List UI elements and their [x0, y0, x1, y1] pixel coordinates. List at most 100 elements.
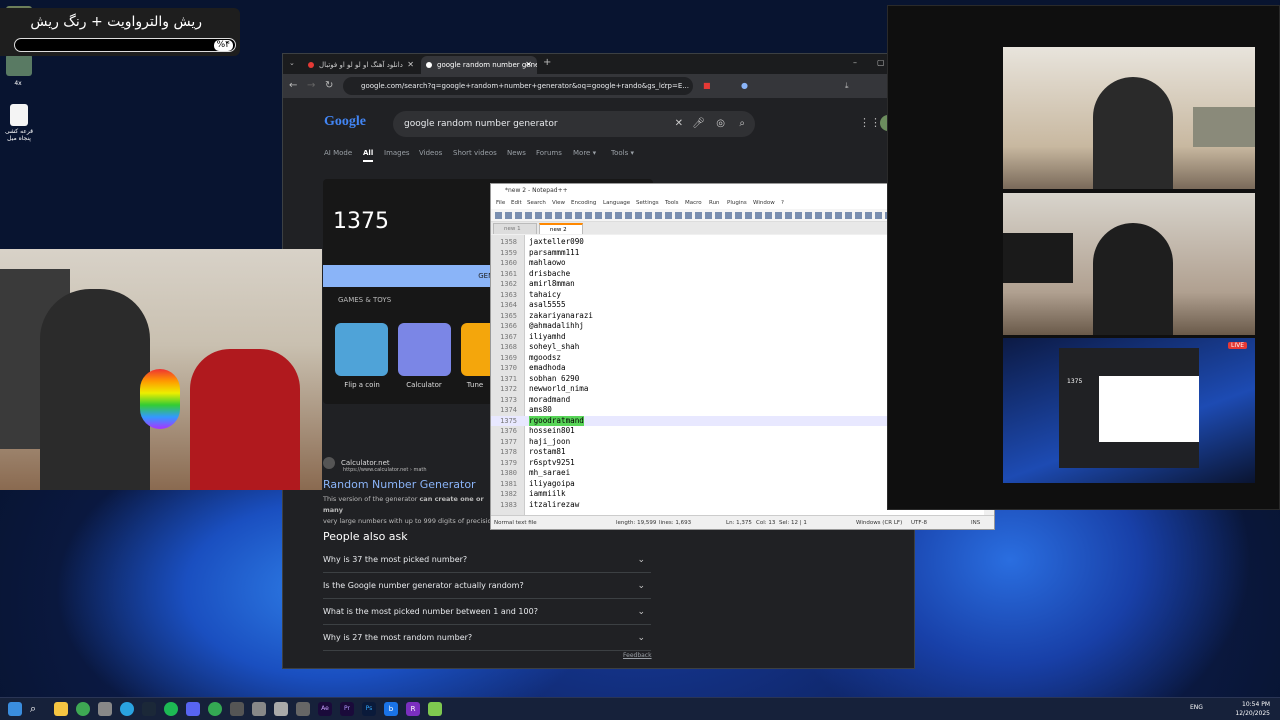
menu-macro[interactable]: Macro: [685, 198, 702, 209]
calculator-tile[interactable]: [398, 323, 451, 376]
clock-date: 12/20/2025: [1235, 710, 1270, 717]
tab-short-videos[interactable]: Short videos: [453, 149, 497, 157]
menu-settings[interactable]: Settings: [636, 198, 659, 209]
tab-all[interactable]: All: [363, 149, 374, 162]
photoshop-icon[interactable]: Ps: [362, 702, 376, 716]
mini-notepad: [1099, 376, 1199, 442]
toolbar-icons[interactable]: [495, 212, 900, 219]
lens-icon[interactable]: ◎: [716, 111, 725, 137]
clock[interactable]: 10:54 PM 12/20/2025: [1235, 700, 1270, 718]
tab-search-icon[interactable]: ⌄: [289, 54, 295, 72]
search-icon[interactable]: ⌕: [739, 111, 745, 137]
tab-ai-mode[interactable]: AI Mode: [324, 149, 352, 157]
desktop-icon-4x[interactable]: [6, 54, 32, 76]
menu-view[interactable]: View: [552, 198, 565, 209]
discord-icon[interactable]: [186, 702, 200, 716]
apps-grid-icon[interactable]: ⋮⋮: [859, 114, 881, 132]
random-result: 1375: [333, 209, 389, 234]
line-number: 1363: [500, 290, 517, 299]
app-icon[interactable]: [230, 702, 244, 716]
close-icon[interactable]: ✕: [407, 56, 414, 74]
app-icon[interactable]: b: [384, 702, 398, 716]
chrome-icon[interactable]: [208, 702, 222, 716]
menu-help[interactable]: ?: [781, 198, 784, 209]
tab-tools[interactable]: Tools ▾: [611, 149, 634, 157]
chrome-icon[interactable]: [76, 702, 90, 716]
back-icon[interactable]: ←: [289, 77, 297, 95]
clear-icon[interactable]: ✕: [675, 111, 683, 137]
tab-more[interactable]: More ▾: [573, 149, 596, 157]
paa-question[interactable]: Why is 27 the most random number? ⌄: [323, 625, 651, 651]
feedback-link[interactable]: Feedback: [623, 652, 652, 659]
tab-music[interactable]: دانلود آهنگ او لو لو او فوتبال ✕: [303, 56, 419, 74]
tile-label: Calculator: [406, 381, 442, 389]
reload-icon[interactable]: ↻: [325, 77, 333, 95]
mic-icon[interactable]: 🎤︎: [692, 111, 705, 137]
menu-edit[interactable]: Edit: [511, 198, 522, 209]
result-title-link[interactable]: Random Number Generator: [323, 478, 476, 491]
search-box[interactable]: google random number generator ✕ 🎤︎ ◎ ⌕: [393, 111, 755, 137]
google-logo[interactable]: Google: [324, 114, 366, 130]
menu-encoding[interactable]: Encoding: [571, 198, 596, 209]
line-number: 1372: [500, 385, 517, 393]
menu-file[interactable]: File: [496, 198, 505, 209]
clock-time: 10:54 PM: [1242, 701, 1270, 708]
file-explorer-icon[interactable]: [54, 702, 68, 716]
flip-coin-tile[interactable]: [335, 323, 388, 376]
menu-window[interactable]: Window: [753, 198, 775, 209]
menu-tools[interactable]: Tools: [665, 198, 679, 209]
start-icon[interactable]: [8, 702, 22, 716]
tab-forums[interactable]: Forums: [536, 149, 562, 157]
line-text: mgoodsz: [529, 352, 562, 362]
after-effects-icon[interactable]: Ae: [318, 702, 332, 716]
tab-google[interactable]: google random number generator ✕: [421, 56, 537, 74]
app-icon[interactable]: [296, 702, 310, 716]
person: [1093, 223, 1173, 335]
tuner-tile[interactable]: [461, 323, 493, 376]
download-icon[interactable]: ⤓: [845, 77, 849, 95]
notepadpp-icon[interactable]: [428, 702, 442, 716]
app-icon[interactable]: [98, 702, 112, 716]
premiere-icon[interactable]: Pr: [340, 702, 354, 716]
file-tab-new1[interactable]: new 1: [493, 223, 537, 234]
minimize-button[interactable]: –: [853, 54, 857, 72]
extension-icon[interactable]: ●: [741, 77, 748, 95]
star-icon[interactable]: ☆: [661, 77, 668, 95]
steam-icon[interactable]: [142, 702, 156, 716]
line-text: drisbache: [529, 268, 571, 278]
line-text: asal5555: [529, 300, 566, 309]
tab-images[interactable]: Images: [384, 149, 410, 157]
mail-icon[interactable]: [252, 702, 266, 716]
file-icon[interactable]: [10, 104, 28, 126]
file-tab-new2[interactable]: new 2: [539, 223, 583, 234]
line-text: iliyamhd: [529, 331, 566, 341]
line-text: amirl8mman: [529, 279, 575, 288]
question-text: Why is 37 the most picked number?: [323, 555, 468, 564]
tab-videos[interactable]: Videos: [419, 149, 442, 157]
spotify-icon[interactable]: [164, 702, 178, 716]
search-icon[interactable]: ⌕: [30, 702, 44, 716]
calculator-icon[interactable]: [274, 702, 288, 716]
line-number: 1380: [500, 469, 517, 477]
language-indicator[interactable]: ENG: [1190, 704, 1203, 711]
taskbar: ⌕ Ae Pr Ps b R ENG 10:54 PM 12/20/2025: [0, 697, 1280, 720]
app-icon[interactable]: R: [406, 702, 420, 716]
menu-run[interactable]: Run: [709, 198, 720, 209]
paa-question[interactable]: Is the Google number generator actually …: [323, 573, 651, 599]
tab-news[interactable]: News: [507, 149, 526, 157]
paa-question[interactable]: What is the most picked number between 1…: [323, 599, 651, 625]
paa-question[interactable]: Why is 37 the most picked number? ⌄: [323, 547, 651, 573]
menu-language[interactable]: Language: [603, 198, 630, 209]
address-bar[interactable]: google.com/search?q=google+random+number…: [343, 77, 693, 95]
question-text: Is the Google number generator actually …: [323, 581, 524, 590]
menu-plugins[interactable]: Plugins: [727, 198, 747, 209]
maximize-button[interactable]: ▢: [877, 54, 885, 72]
forward-icon[interactable]: →: [307, 77, 315, 95]
goal-title: ریش والترواویت + رنگ ریش: [30, 14, 202, 30]
close-icon[interactable]: ✕: [525, 56, 532, 74]
telegram-icon[interactable]: [120, 702, 134, 716]
new-tab-button[interactable]: +: [543, 54, 551, 72]
source-url: https://www.calculator.net › math: [343, 467, 427, 473]
extension-icon[interactable]: ■: [703, 77, 711, 95]
menu-search[interactable]: Search: [527, 198, 546, 209]
